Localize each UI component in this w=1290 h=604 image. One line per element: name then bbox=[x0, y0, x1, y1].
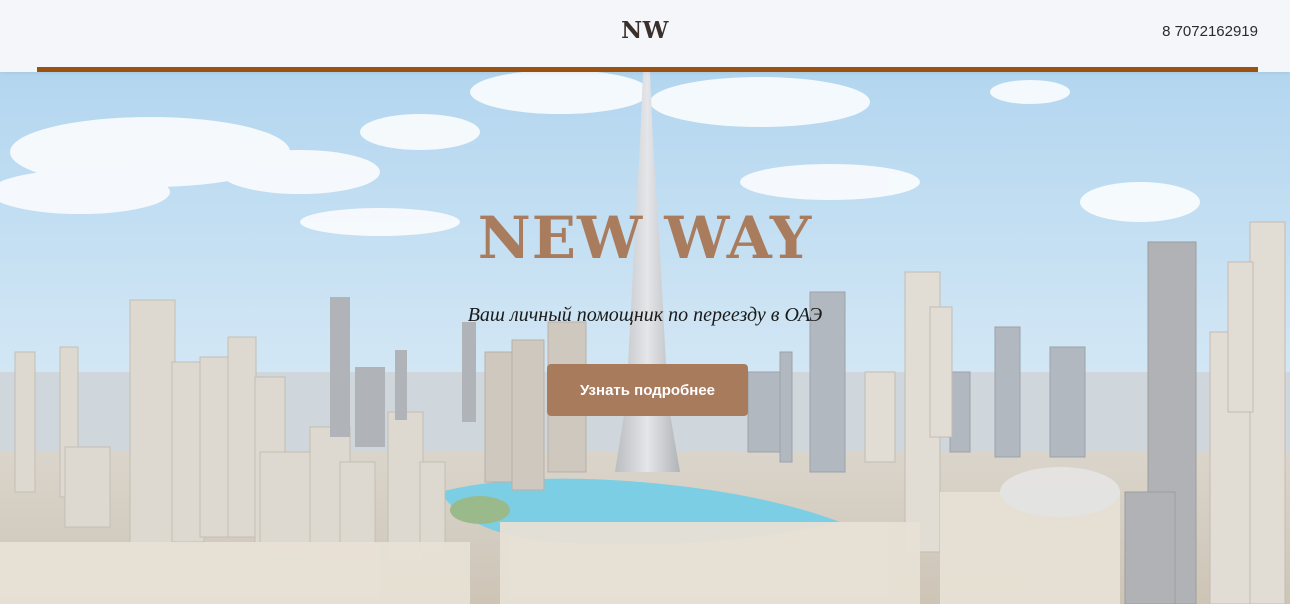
logo[interactable]: NW bbox=[0, 17, 1290, 44]
phone-link[interactable]: 8 7072162919 bbox=[1162, 23, 1258, 40]
hero-overlay bbox=[0, 72, 1290, 604]
header-divider bbox=[37, 67, 1258, 72]
site-header: NW 8 7072162919 bbox=[0, 0, 1290, 72]
hero-title: NEW WAY bbox=[477, 204, 813, 272]
learn-more-button[interactable]: Узнать подробнее bbox=[547, 364, 748, 416]
hero-subtitle: Ваш личный помощник по переезду в ОАЭ bbox=[467, 304, 823, 326]
hero-section: NEW WAY Ваш личный помощник по переезду … bbox=[0, 72, 1290, 604]
